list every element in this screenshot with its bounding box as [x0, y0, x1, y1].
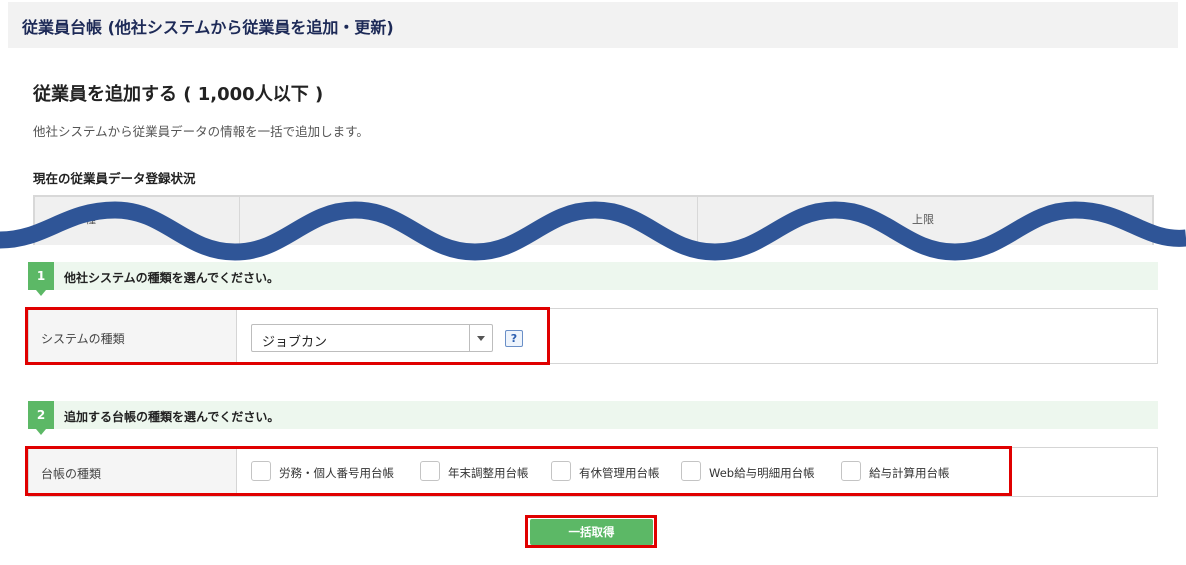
page-title: 従業員を追加する ( 1,000人以下 ): [33, 84, 324, 105]
step-1-label: 他社システムの種類を選んでください。: [64, 271, 280, 285]
checkbox-label[interactable]: 給与計算用台帳: [869, 465, 950, 481]
step-2-badge: 2: [28, 401, 54, 435]
step-2-header: 2 追加する台帳の種類を選んでください。: [28, 401, 1158, 435]
checkbox-box[interactable]: [420, 461, 440, 481]
step-1-header: 1 他社システムの種類を選んでください。: [28, 262, 1158, 296]
checkbox-label[interactable]: Web給与明細用台帳: [709, 465, 815, 481]
checkbox-box[interactable]: [681, 461, 701, 481]
system-type-selected-value: ジョブカン: [262, 335, 328, 350]
header-title: 従業員台帳 (他社システムから従業員を追加・更新): [22, 18, 394, 37]
checkbox-label[interactable]: 労務・個人番号用台帳: [279, 465, 394, 481]
system-type-label: システムの種類: [41, 332, 125, 346]
page-description: 他社システムから従業員データの情報を一括で追加します。: [33, 124, 369, 139]
wave-line: [0, 201, 1186, 261]
checkbox-box[interactable]: [251, 461, 271, 481]
chevron-down-icon[interactable]: [469, 325, 492, 351]
status-section-title: 現在の従業員データ登録状況: [33, 171, 196, 186]
page-header: 従業員台帳 (他社システムから従業員を追加・更新): [8, 2, 1178, 48]
system-type-label-cell: システムの種類: [29, 309, 237, 363]
ledger-type-row: 台帳の種類 労務・個人番号用台帳 年末調整用台帳 有休管理用台帳 Web給与明細…: [28, 447, 1158, 497]
bulk-fetch-button[interactable]: 一括取得: [530, 519, 653, 545]
checkbox-box[interactable]: [551, 461, 571, 481]
step-2-label: 追加する台帳の種類を選んでください。: [64, 410, 280, 424]
wave-cut-overlay: [0, 201, 1186, 261]
step-1-badge: 1: [28, 262, 54, 296]
help-icon[interactable]: ?: [505, 330, 523, 347]
checkbox-label[interactable]: 年末調整用台帳: [448, 465, 529, 481]
ledger-type-label: 台帳の種類: [41, 467, 102, 481]
ledger-type-label-cell: 台帳の種類: [29, 448, 237, 496]
system-type-select[interactable]: ジョブカン: [251, 324, 493, 352]
checkbox-box[interactable]: [841, 461, 861, 481]
checkbox-label[interactable]: 有休管理用台帳: [579, 465, 660, 481]
system-type-row: システムの種類 ジョブカン ?: [28, 308, 1158, 364]
